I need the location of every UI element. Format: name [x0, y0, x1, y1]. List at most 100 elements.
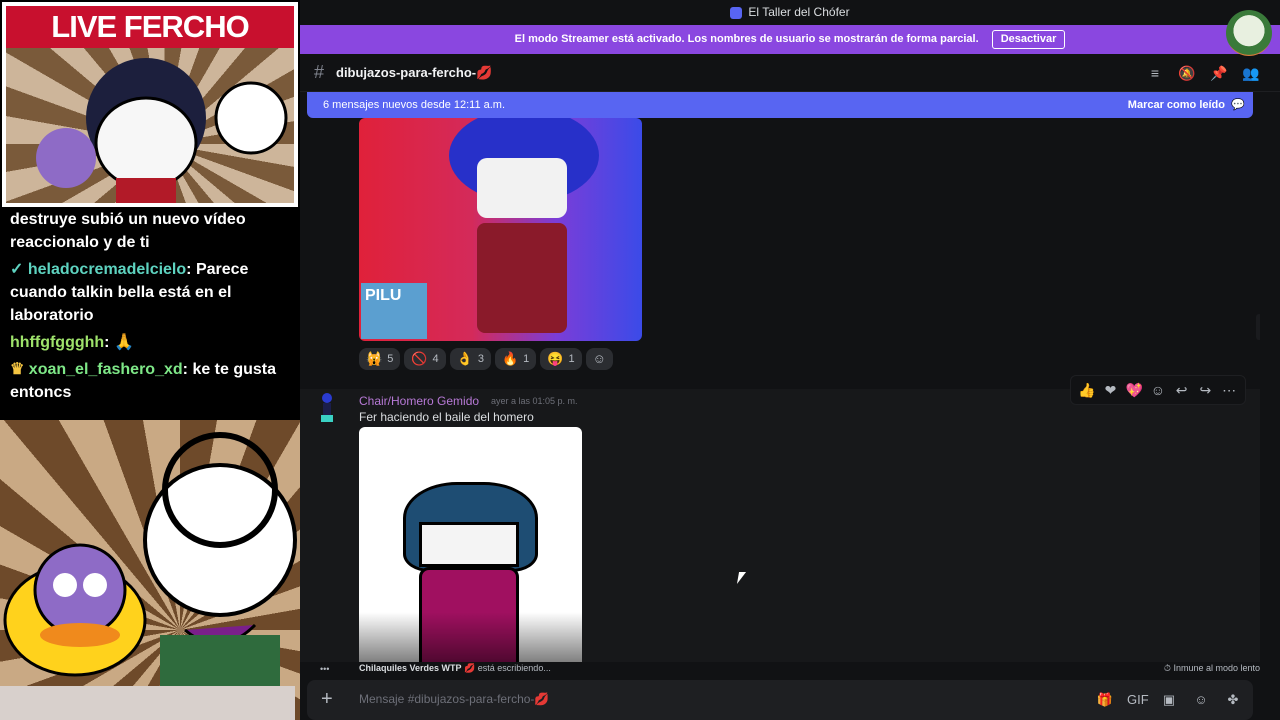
chat-message: ✓ heladocremadelcielo: Parece cuando tal… — [10, 258, 295, 327]
chat-user: hhffgfggghh — [10, 334, 105, 351]
reaction-emoji: 😝 — [547, 351, 564, 366]
heart-icon[interactable]: ❤ — [1101, 382, 1121, 399]
drawing-body — [477, 223, 567, 333]
chat-text: destruye subió un nuevo vídeo reaccional… — [10, 211, 246, 251]
chat-sep: : — [186, 261, 196, 278]
new-messages-text: 6 mensajes nuevos desde 12:11 a.m. — [323, 99, 506, 111]
deactivate-button[interactable]: Desactivar — [991, 30, 1066, 49]
channel-name-text: dibujazos-para-fercho- — [336, 65, 477, 80]
threads-icon[interactable]: ≡ — [1146, 64, 1164, 82]
add-reaction-icon: ☺ — [592, 351, 606, 366]
mark-read-button[interactable]: Marcar como leído — [1128, 92, 1225, 118]
message-list[interactable]: PILU 🙀 5 🚫 4 👌 3 🔥 1 😝 1 ☺ Chair/Homero Gemid… — [300, 92, 1260, 662]
message-actions: 👍 ❤ 💖 ☺ ↩ ↪ ⋯ — [1070, 375, 1246, 405]
chat-sep: : — [104, 334, 114, 351]
drawing-image-2[interactable] — [359, 427, 582, 662]
reaction[interactable]: 👌 3 — [449, 348, 491, 370]
reaction-count: 5 — [387, 353, 394, 365]
add-reaction-button[interactable]: ☺ — [585, 348, 613, 370]
composer-tools: 🎁 GIF ▣ ☺ ✤ — [1095, 691, 1243, 709]
cartoon-art — [6, 48, 294, 203]
hash-icon: # — [314, 62, 325, 82]
server-avatar[interactable] — [1226, 10, 1272, 56]
typing-indicator: ••• Chilaquiles Verdes WTP 💋 está escrib… — [320, 662, 1260, 676]
cartoon-reaction-art — [3, 432, 297, 690]
gift-icon[interactable]: 🎁 — [1095, 691, 1115, 709]
title-bar: El Taller del Chófer — [300, 0, 1280, 25]
chat-text: 🙏 — [113, 334, 134, 351]
members-icon[interactable]: 👥 — [1242, 64, 1260, 82]
attach-plus-icon[interactable]: + — [321, 689, 333, 709]
message-text: Fer haciendo el baile del homero — [359, 410, 534, 424]
message-input[interactable] — [359, 692, 979, 706]
mute-icon[interactable]: 🔕 — [1178, 64, 1196, 82]
stream-overlay: LIVE FERCHO REACTION destruye subió un n… — [0, 0, 300, 720]
thumbs-up-icon[interactable]: 👍 — [1077, 382, 1097, 399]
message-author[interactable]: Chair/Homero Gemido — [359, 394, 479, 408]
typing-user: Chilaquiles Verdes WTP — [359, 663, 462, 673]
screen: LIVE FERCHO REACTION destruye subió un n… — [0, 0, 1280, 720]
crown-icon: ♛ — [10, 361, 29, 378]
reaction-emoji: 🚫 — [411, 351, 428, 366]
reaction[interactable]: 🚫 4 — [404, 348, 446, 370]
chat-sep: : — [182, 361, 193, 378]
avatar-figure — [321, 393, 333, 422]
message-composer: + 🎁 GIF ▣ ☺ ✤ — [307, 680, 1253, 720]
channel-header: # dibujazos-para-fercho-💋 ≡ 🔕 📌 👥 — [300, 54, 1280, 92]
chat-user: heladocremadelcielo — [27, 261, 187, 278]
image-shade — [359, 612, 582, 662]
emoji-icon[interactable]: ☺ — [1191, 691, 1211, 709]
reply-icon[interactable]: ↩ — [1172, 382, 1192, 399]
typing-emoji: 💋 — [464, 663, 476, 673]
typing-suffix: está escribiendo... — [477, 663, 551, 673]
reaction-emoji: 🙀 — [366, 351, 383, 366]
apps-icon[interactable]: ✤ — [1223, 691, 1243, 709]
reaction-bar: 🙀 5 🚫 4 👌 3 🔥 1 😝 1 ☺ — [359, 348, 613, 370]
reaction-emoji: 👌 — [456, 351, 473, 366]
chat-message: destruye subió un nuevo vídeo reaccional… — [10, 208, 295, 254]
channel-name: dibujazos-para-fercho-💋 — [336, 65, 492, 81]
cartoon-characters — [36, 58, 288, 203]
window-title: El Taller del Chófer — [748, 5, 850, 19]
stream-banner: LIVE FERCHO REACTION — [6, 6, 294, 86]
reaction-count: 4 — [432, 353, 439, 365]
scrollbar-thumb[interactable] — [1256, 314, 1260, 340]
slowmode-label: ⏱ Inmune al modo lento — [1163, 663, 1260, 673]
forward-icon[interactable]: ↪ — [1195, 382, 1215, 399]
typing-text: Chilaquiles Verdes WTP 💋 está escribiend… — [359, 663, 551, 674]
new-messages-banner[interactable]: 6 mensajes nuevos desde 12:11 a.m. Marca… — [307, 92, 1253, 118]
sticker-icon[interactable]: ▣ — [1159, 691, 1179, 709]
reaction-count: 3 — [477, 353, 484, 365]
channel-emoji: 💋 — [476, 65, 493, 80]
typing-dots-icon: ••• — [320, 664, 330, 674]
chat-message: ♛ xoan_el_fashero_xd: ke te gusta entonc… — [10, 358, 295, 404]
chat-user: xoan_el_fashero_xd — [28, 361, 183, 378]
drawing-face — [477, 158, 567, 218]
chat-badge-icon: ✓ — [10, 261, 28, 278]
header-toolbar: ≡ 🔕 📌 👥 — [1146, 64, 1260, 82]
webcam-strip — [0, 686, 295, 720]
webcam-top: LIVE FERCHO REACTION — [2, 2, 298, 207]
slowmode-text: Inmune al modo lento — [1173, 663, 1260, 673]
stream-chat: destruye subió un nuevo vídeo reaccional… — [10, 208, 295, 408]
more-icon[interactable]: ⋯ — [1219, 382, 1239, 399]
avatar[interactable] — [314, 392, 340, 424]
discord-icon — [730, 6, 743, 19]
reaction[interactable]: 😝 1 — [540, 348, 582, 370]
chat-message: hhffgfggghh: 🙏 — [10, 331, 295, 354]
reaction[interactable]: 🔥 1 — [494, 348, 537, 370]
pin-icon[interactable]: 📌 — [1210, 64, 1228, 82]
mark-read-icon: 💬 — [1231, 99, 1245, 111]
heart-sparkle-icon[interactable]: 💖 — [1124, 382, 1144, 399]
drawing-face — [419, 522, 519, 567]
message-timestamp: ayer a las 01:05 p. m. — [491, 396, 578, 406]
reaction-count: 1 — [523, 353, 530, 365]
reaction-count: 1 — [568, 353, 575, 365]
streamer-mode-text: El modo Streamer está activado. Los nomb… — [514, 33, 979, 45]
streamer-mode-banner: El modo Streamer está activado. Los nomb… — [300, 25, 1280, 54]
reaction-emoji: 🔥 — [501, 351, 519, 366]
reaction[interactable]: 🙀 5 — [359, 348, 401, 370]
gif-icon[interactable]: GIF — [1127, 691, 1149, 709]
add-reaction-icon[interactable]: ☺ — [1148, 382, 1168, 398]
drawing-image-1[interactable]: PILU — [359, 118, 642, 341]
